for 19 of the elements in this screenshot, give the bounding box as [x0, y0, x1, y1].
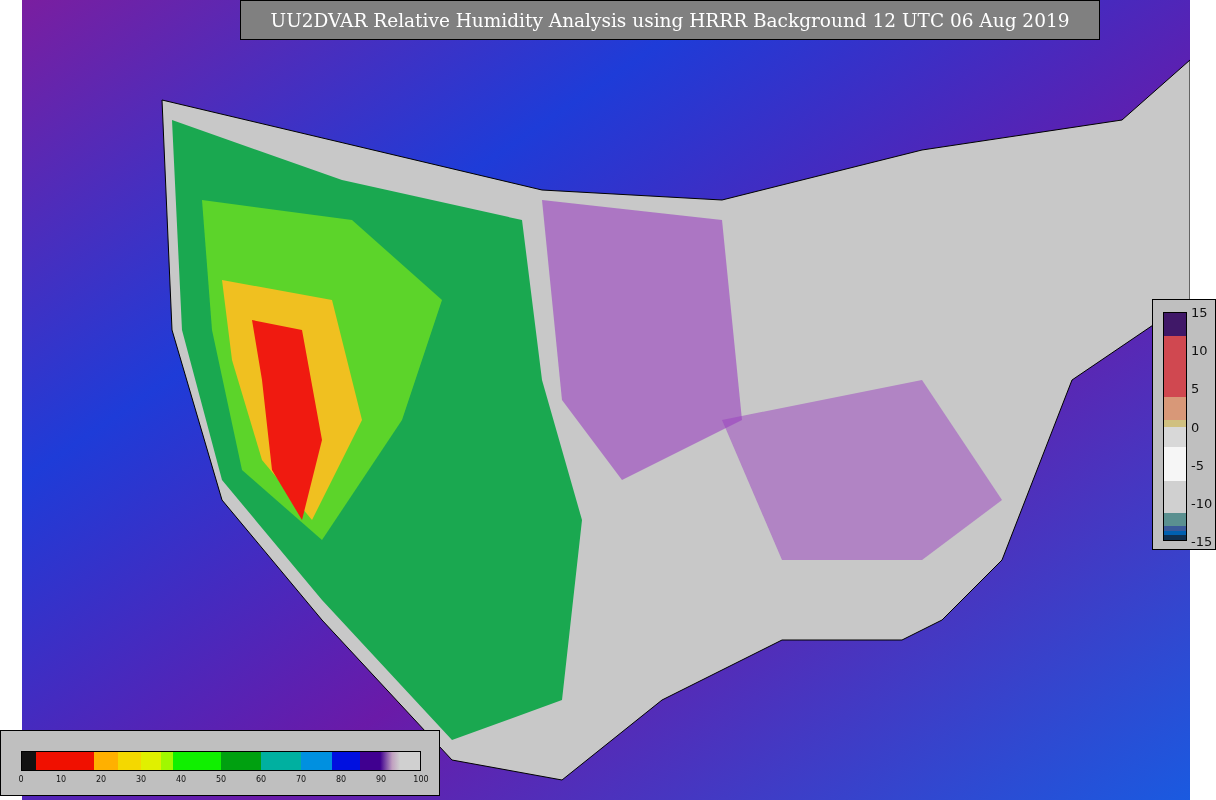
tick-label: 20 [95, 775, 107, 784]
tick-label: 0 [1191, 419, 1200, 434]
tick-label: 10 [55, 775, 67, 784]
tick-label: 80 [335, 775, 347, 784]
tick-label: 90 [375, 775, 387, 784]
tick-label: 70 [295, 775, 307, 784]
tick-label: 0 [18, 775, 24, 784]
tick-label: 5 [1191, 380, 1200, 396]
tick-label: 15 [1191, 304, 1208, 320]
tick-label: -15 [1191, 533, 1213, 549]
map-title: UU2DVAR Relative Humidity Analysis using HRRR Background 12 UTC 06 Aug 2019 [240, 0, 1100, 40]
tick-label: -10 [1191, 495, 1213, 511]
tick-label: 30 [135, 775, 147, 784]
tick-label: 50 [215, 775, 227, 784]
tick-label: 10 [1191, 342, 1208, 358]
tick-label: 100 [413, 775, 429, 784]
tick-label: -5 [1191, 457, 1204, 473]
tick-label: 40 [175, 775, 187, 784]
tick-label: 60 [255, 775, 267, 784]
